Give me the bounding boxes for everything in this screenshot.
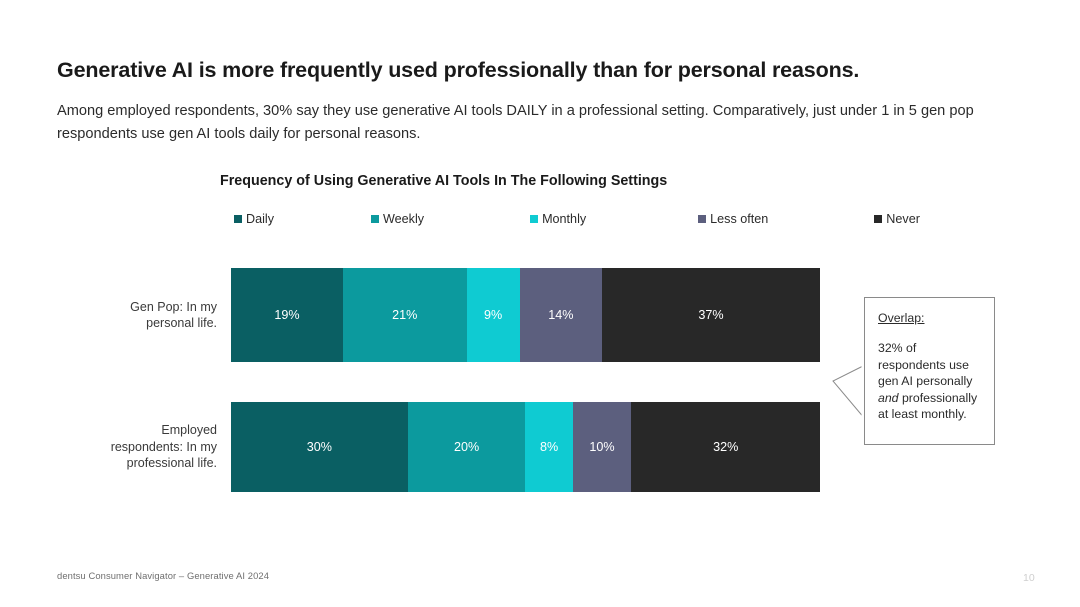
bar-segment-never: 32% — [631, 402, 820, 492]
bar-segment-daily: 19% — [231, 268, 343, 362]
stacked-bar: 30% 20% 8% 10% 32% — [231, 402, 820, 492]
bar-segment-value: 20% — [453, 440, 480, 454]
callout-body-part1: 32% of respondents use gen AI personally — [878, 341, 973, 389]
callout-body: 32% of respondents use gen AI personally… — [878, 340, 983, 422]
bar-segment-value: 37% — [698, 308, 724, 322]
bar-category-label: Employed respondents: In my professional… — [110, 423, 217, 471]
bar-segment-value: 10% — [589, 440, 615, 454]
bar-segment-weekly: 21% — [342, 268, 467, 362]
page-number: 10 — [1023, 572, 1035, 584]
stacked-bar: 19% 21% 9% 14% 37% — [231, 268, 820, 362]
callout-title: Overlap: — [878, 311, 925, 325]
chart-bar-row: Employed respondents: In my professional… — [86, 402, 820, 492]
callout-pointer-icon — [832, 364, 866, 420]
bar-segment-monthly: 9% — [466, 268, 520, 362]
callout-body-emphasis: and — [878, 390, 899, 405]
bar-segment-value: 30% — [306, 440, 332, 454]
bar-segment-daily: 30% — [231, 402, 408, 492]
bar-segment-never: 37% — [602, 268, 820, 362]
bar-segment-value: 19% — [274, 308, 300, 322]
bar-segment-value: 14% — [548, 308, 574, 322]
bar-segment-less-often: 14% — [519, 268, 603, 362]
chart-bar-row: Gen Pop: In my personal life. 19% 21% 9% 14… — [86, 268, 820, 362]
bar-segment-weekly: 20% — [407, 402, 526, 492]
bar-segment-value: 8% — [539, 440, 559, 454]
overlap-callout: Overlap: 32% of respondents use gen AI p… — [864, 297, 995, 445]
bar-segment-value: 21% — [392, 308, 418, 322]
slide-canvas: Generative AI is more frequently used pr… — [0, 0, 1080, 607]
bar-category-label: Gen Pop: In my personal life. — [130, 299, 217, 331]
footer-source-note: dentsu Consumer Navigator – Generative A… — [57, 570, 270, 581]
bar-segment-less-often: 10% — [572, 402, 632, 492]
bar-segment-monthly: 8% — [525, 402, 573, 492]
bar-segment-value: 9% — [483, 308, 503, 322]
bar-segment-value: 32% — [713, 440, 739, 454]
